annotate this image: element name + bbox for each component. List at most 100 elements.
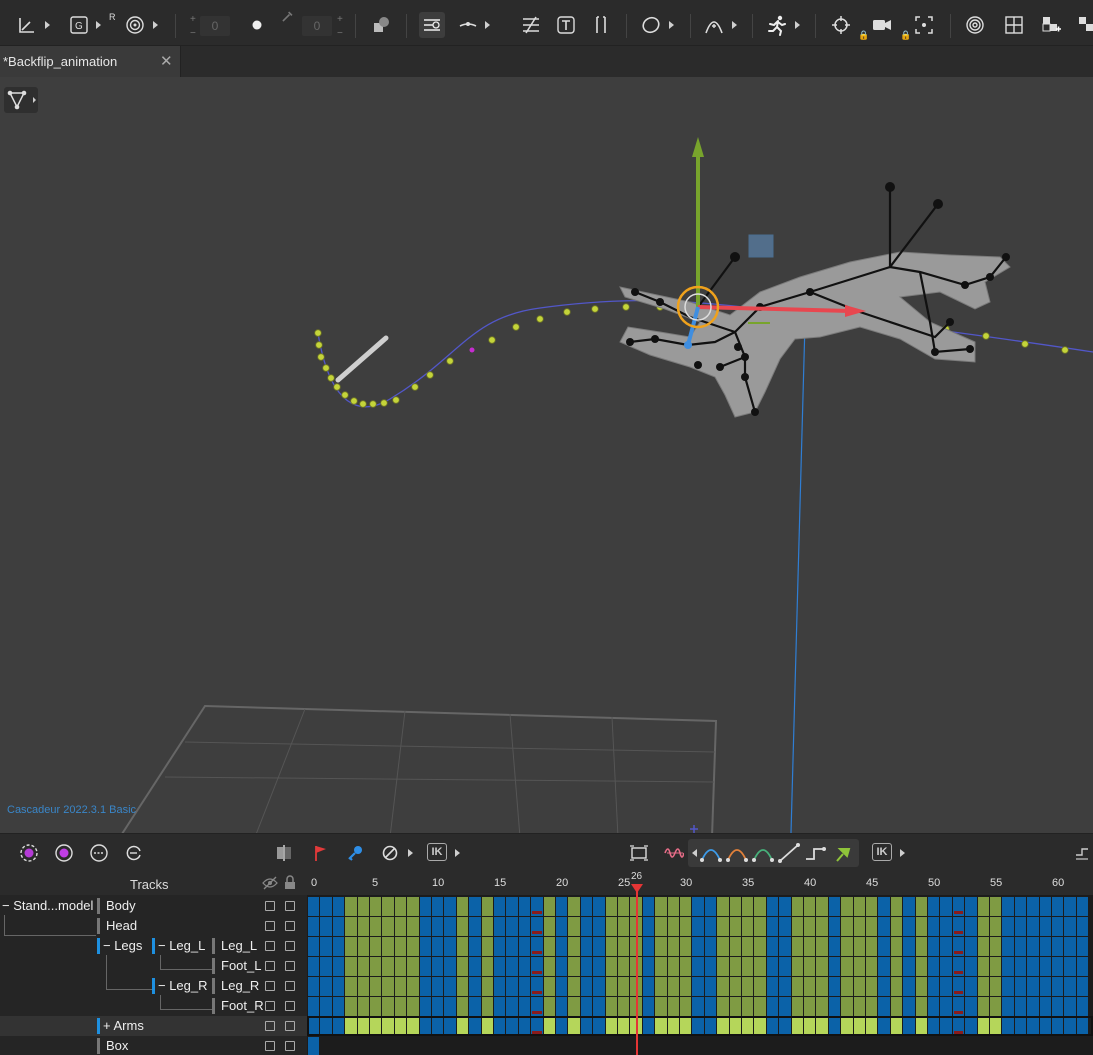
keyframe-cell[interactable] [915,897,927,916]
lock-header-icon[interactable] [283,875,297,890]
keyframe-cell[interactable] [667,897,679,916]
keyframe-cell[interactable] [543,957,555,976]
keyframe-cell[interactable] [345,897,357,916]
keyframe-cell[interactable] [469,957,481,976]
keyframe-cell[interactable] [444,977,456,996]
keyframe-cell[interactable] [556,977,568,996]
keyframe-cell[interactable] [543,897,555,916]
keyframe-cell[interactable] [456,937,469,956]
keyframe-cell[interactable] [903,897,915,916]
keyframe-cell[interactable] [841,997,853,1016]
keyframe-cell[interactable] [717,937,729,956]
keyframe-cell[interactable] [779,917,791,936]
lock-icon[interactable]: 🔒 [900,30,911,41]
lock-checkbox[interactable] [285,1001,295,1011]
keyframe-cell[interactable] [357,937,369,956]
path-edit-icon[interactable] [518,12,544,38]
keyframe-cell[interactable] [990,897,1002,916]
keyframe-cell[interactable] [766,917,779,936]
keyframe-cell[interactable] [692,997,704,1016]
keyframe-cell[interactable] [345,957,357,976]
keyframe-cell[interactable] [1052,977,1064,996]
keyframe-cell[interactable] [742,957,754,976]
keyframe-cell[interactable] [419,997,431,1016]
keyframe-cell[interactable] [444,897,456,916]
keyframe-cell[interactable] [692,937,704,956]
keyframe-cell[interactable] [1014,997,1027,1016]
keyframe-cell[interactable] [1052,917,1064,936]
keyframe-cell[interactable] [332,977,345,996]
keyframe-cell[interactable] [828,997,841,1016]
keyframe-cell[interactable] [518,997,531,1016]
keyframe-cell[interactable] [642,897,655,916]
keyframe-cell[interactable] [1039,897,1051,916]
keyframe-cell[interactable] [742,937,754,956]
keyframe-cell[interactable] [990,917,1002,936]
keyframe-cell[interactable] [766,997,779,1016]
keyframe-cell[interactable] [382,997,394,1016]
keyframe-cell[interactable] [518,977,531,996]
visibility-checkbox[interactable] [265,921,275,931]
keyframe-cell[interactable] [642,937,655,956]
keyframe-cell[interactable] [1039,937,1051,956]
keyframe-cell[interactable] [1014,977,1027,996]
keyframe-cell[interactable] [543,937,555,956]
number-field-1[interactable]: 0 [200,16,230,36]
mirror-icon[interactable] [272,842,296,864]
keyframe-cell[interactable] [469,977,481,996]
keyframe-cell[interactable] [407,977,419,996]
keyframe-cell[interactable] [729,977,741,996]
keyframe-cell[interactable] [866,997,878,1016]
keyframe-cell[interactable] [791,997,803,1016]
keyframe-cell[interactable] [382,917,394,936]
keyframe-cell[interactable] [704,957,717,976]
keyframe-cell[interactable] [419,977,431,996]
keyframe-cell[interactable] [432,957,444,976]
keyframe-cell[interactable] [1052,937,1064,956]
keyframe-cell[interactable] [308,977,320,996]
keyframe-cell[interactable] [655,997,667,1016]
keyframe-cell[interactable] [332,957,345,976]
keyframe-cell[interactable] [308,1037,320,1055]
keyframe-cell[interactable] [704,897,717,916]
keyframe-cell[interactable] [928,997,940,1016]
keyframe-cell[interactable] [605,997,617,1016]
keyframe-cell[interactable] [345,997,357,1016]
keyframe-cell[interactable] [1064,917,1076,936]
keyframe-cell[interactable] [568,997,580,1016]
keyframe-cell[interactable] [977,997,989,1016]
keyframe-cell[interactable] [1014,897,1027,916]
keyframe-cell[interactable] [332,897,345,916]
keyframe-cell[interactable] [742,917,754,936]
keyframe-cell[interactable] [779,997,791,1016]
keyframe-cell[interactable] [370,897,382,916]
keyframe-cell[interactable] [469,897,481,916]
crosshair-icon[interactable] [828,12,854,38]
keyframe-cell[interactable] [928,917,940,936]
keyframe-cell[interactable] [580,897,593,916]
keyframe-cell[interactable] [866,897,878,916]
interpolate-icon[interactable] [87,842,111,864]
keyframe-cell[interactable] [704,917,717,936]
keyframe-cell[interactable] [1002,997,1014,1016]
keyframe-cell[interactable] [816,997,828,1016]
bracket-icon[interactable] [588,12,614,38]
keyframe-cell[interactable] [804,937,816,956]
keyframe-cell[interactable] [444,937,456,956]
keyframe-cell[interactable] [940,977,952,996]
shapes-icon[interactable] [368,12,394,38]
keyframe-cell[interactable] [866,937,878,956]
keyframe-cell[interactable] [1052,957,1064,976]
keyframe-cell[interactable] [1076,957,1089,976]
keyframe-cell[interactable] [890,897,903,916]
keyframe-cell[interactable] [506,897,518,916]
keyframe-cell[interactable] [1002,937,1014,956]
keyframe-cell[interactable] [928,937,940,956]
keyframe-cell[interactable] [816,917,828,936]
keyframe-cell[interactable] [605,957,617,976]
keyframe-cell[interactable] [580,957,593,976]
track-row-leg-r[interactable]: − Leg_R Leg_R [0,976,307,996]
keyframe-cell[interactable] [345,977,357,996]
keyframe-cell[interactable] [593,917,605,936]
keyframe-cell[interactable] [642,997,655,1016]
